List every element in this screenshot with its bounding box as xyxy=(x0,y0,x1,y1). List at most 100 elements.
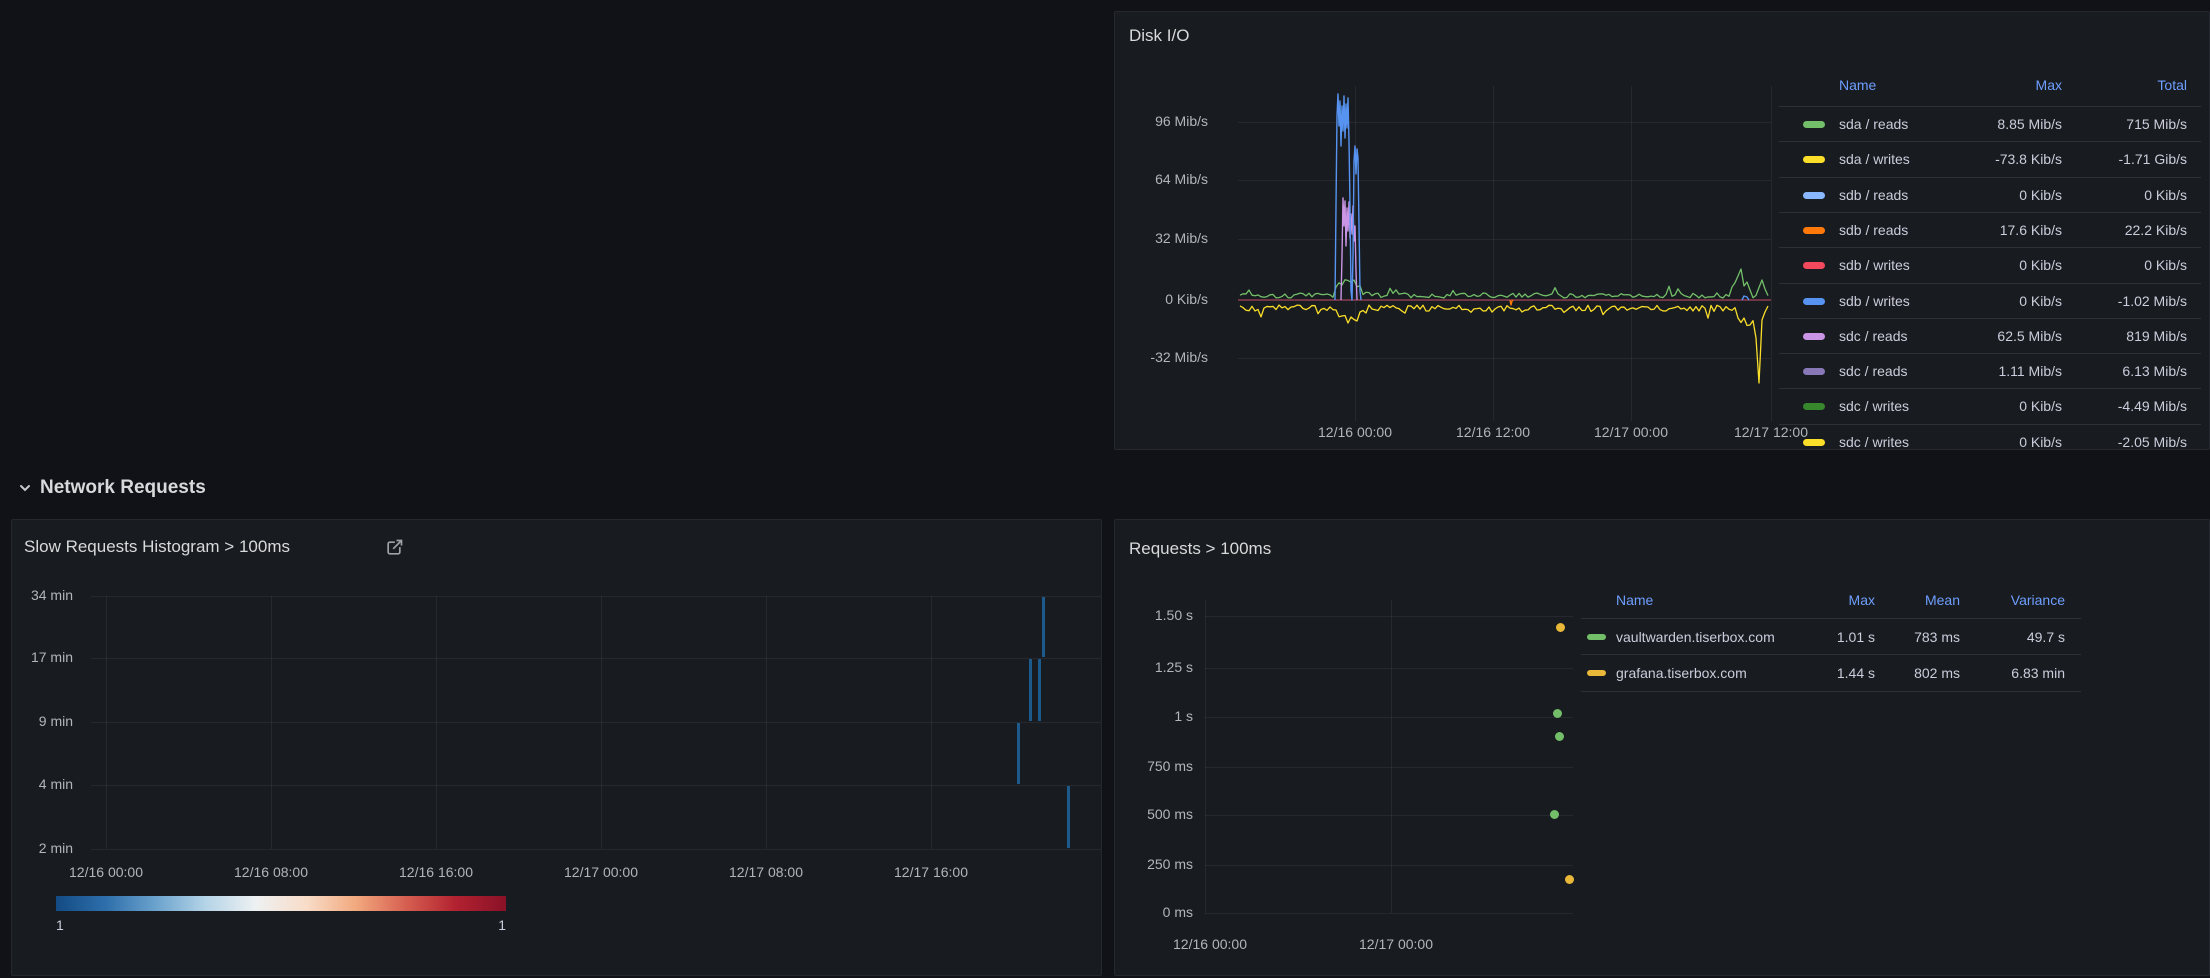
gridline xyxy=(1205,600,1206,913)
requests-legend[interactable]: NameMaxMeanVariancevaultwarden.tiserbox.… xyxy=(1581,520,2101,975)
series-color-swatch xyxy=(1803,121,1825,128)
legend-series-total: 6.13 Mib/s xyxy=(2067,360,2187,382)
legend-series-total: 0 Kib/s xyxy=(2067,184,2187,206)
legend-series-max: 0 Kib/s xyxy=(1962,431,2062,450)
legend-series-total: -1.71 Gib/s xyxy=(2067,148,2187,170)
legend-series-name[interactable]: sdc / reads xyxy=(1839,360,1907,382)
legend-row-separator xyxy=(1779,353,2201,354)
series-color-swatch xyxy=(1803,439,1825,446)
legend-row-separator xyxy=(1779,388,2201,389)
gridline xyxy=(1205,913,1573,914)
x-axis-tick: 12/16 00:00 xyxy=(69,864,143,880)
legend-row-separator xyxy=(1779,141,2201,142)
x-axis-tick: 12/17 00:00 xyxy=(564,864,638,880)
legend-header-variance[interactable]: Variance xyxy=(1945,592,2065,608)
legend-series-max: 8.85 Mib/s xyxy=(1962,113,2062,135)
y-axis-tick: 250 ms xyxy=(1115,856,1193,872)
legend-series-name[interactable]: sdb / reads xyxy=(1839,219,1908,241)
legend-series-name[interactable]: vaultwarden.tiserbox.com xyxy=(1616,626,1775,648)
panel-disk-io: Disk I/O 96 Mib/s64 Mib/s32 Mib/s0 Kib/s… xyxy=(1114,11,2210,450)
panel-requests: Requests > 100ms 1.50 s1.25 s1 s750 ms50… xyxy=(1114,519,2210,976)
series-color-swatch xyxy=(1803,156,1825,163)
heatmap-colorbar xyxy=(56,896,506,911)
series-color-swatch xyxy=(1803,192,1825,199)
section-title: Network Requests xyxy=(40,477,206,499)
gridline xyxy=(91,722,1102,723)
legend-row-separator xyxy=(1779,283,2201,284)
colorbar-min-label: 1 xyxy=(56,917,64,933)
legend-row-separator xyxy=(1779,212,2201,213)
x-axis-tick: 12/16 12:00 xyxy=(1456,424,1530,440)
legend-series-max: 0 Kib/s xyxy=(1962,254,2062,276)
series-color-swatch xyxy=(1587,670,1606,676)
gridline xyxy=(91,596,1102,597)
legend-series-total: 22.2 Kib/s xyxy=(2067,219,2187,241)
gridline xyxy=(1771,86,1772,421)
legend-series-max: 0 Kib/s xyxy=(1962,290,2062,312)
x-axis-tick: 12/16 00:00 xyxy=(1173,936,1247,952)
y-axis-tick: -32 Mib/s xyxy=(1115,349,1208,365)
gridline xyxy=(766,596,767,849)
legend-series-total: -2.05 Mib/s xyxy=(2067,431,2187,450)
legend-header-max[interactable]: Max xyxy=(1962,77,2062,93)
gridline xyxy=(91,785,1102,786)
section-network-requests[interactable]: Network Requests xyxy=(18,477,206,499)
y-axis-tick: 4 min xyxy=(12,776,73,792)
legend-series-name[interactable]: sdb / reads xyxy=(1839,184,1908,206)
gridline xyxy=(1391,600,1392,913)
y-axis-tick: 1 s xyxy=(1115,708,1193,724)
series-color-swatch xyxy=(1587,634,1606,640)
legend-row-separator xyxy=(1779,424,2201,425)
gridline xyxy=(1205,865,1573,866)
gridline xyxy=(91,658,1102,659)
disk-io-legend[interactable]: NameMaxTotalsda / reads8.85 Mib/s715 Mib… xyxy=(1779,12,2205,449)
legend-header-name[interactable]: Name xyxy=(1839,77,1876,93)
legend-series-name[interactable]: sdc / reads xyxy=(1839,325,1907,347)
y-axis-tick: 34 min xyxy=(12,587,73,603)
legend-series-name[interactable]: sda / reads xyxy=(1839,113,1908,135)
x-axis-tick: 12/16 00:00 xyxy=(1318,424,1392,440)
legend-series-name[interactable]: sdc / writes xyxy=(1839,395,1909,417)
legend-series-max: 0 Kib/s xyxy=(1962,395,2062,417)
x-axis-tick: 12/16 08:00 xyxy=(234,864,308,880)
panel-slow-requests-histogram: Slow Requests Histogram > 100ms 34 min17… xyxy=(11,519,1102,976)
legend-series-name[interactable]: sda / writes xyxy=(1839,148,1910,170)
gridline xyxy=(436,596,437,849)
legend-series-variance: 6.83 min xyxy=(1945,662,2065,684)
x-axis-tick: 12/17 08:00 xyxy=(729,864,803,880)
legend-series-name[interactable]: grafana.tiserbox.com xyxy=(1616,662,1747,684)
series-color-swatch xyxy=(1803,333,1825,340)
series-color-swatch xyxy=(1803,403,1825,410)
series-color-swatch xyxy=(1803,262,1825,269)
legend-row-separator xyxy=(1779,247,2201,248)
gridline xyxy=(1205,668,1573,669)
heatmap-cell xyxy=(1038,659,1041,721)
x-axis-tick: 12/17 00:00 xyxy=(1359,936,1433,952)
scatter-point xyxy=(1556,623,1565,632)
legend-series-max: 17.6 Kib/s xyxy=(1962,219,2062,241)
heatmap-cell xyxy=(1017,723,1020,784)
legend-series-name[interactable]: sdc / writes xyxy=(1839,431,1909,450)
x-axis-tick: 12/16 16:00 xyxy=(399,864,473,880)
scatter-point xyxy=(1555,732,1564,741)
legend-row-separator xyxy=(1581,618,2081,619)
x-axis-tick: 12/17 00:00 xyxy=(1594,424,1668,440)
series-color-swatch xyxy=(1803,298,1825,305)
y-axis-tick: 0 ms xyxy=(1115,904,1193,920)
legend-series-max: -73.8 Kib/s xyxy=(1962,148,2062,170)
legend-header-name[interactable]: Name xyxy=(1616,592,1653,608)
chevron-down-icon xyxy=(18,481,32,495)
legend-header-total[interactable]: Total xyxy=(2067,77,2187,93)
gridline xyxy=(1205,616,1573,617)
x-axis-tick: 12/17 16:00 xyxy=(894,864,968,880)
y-axis-tick: 32 Mib/s xyxy=(1115,230,1208,246)
legend-series-name[interactable]: sdb / writes xyxy=(1839,254,1910,276)
scatter-point xyxy=(1553,709,1562,718)
series-color-swatch xyxy=(1803,227,1825,234)
series-lines xyxy=(1238,86,1771,421)
legend-row-separator xyxy=(1581,691,2081,692)
gridline xyxy=(1205,717,1573,718)
legend-row-separator xyxy=(1779,106,2201,107)
legend-series-name[interactable]: sdb / writes xyxy=(1839,290,1910,312)
legend-series-total: 0 Kib/s xyxy=(2067,254,2187,276)
